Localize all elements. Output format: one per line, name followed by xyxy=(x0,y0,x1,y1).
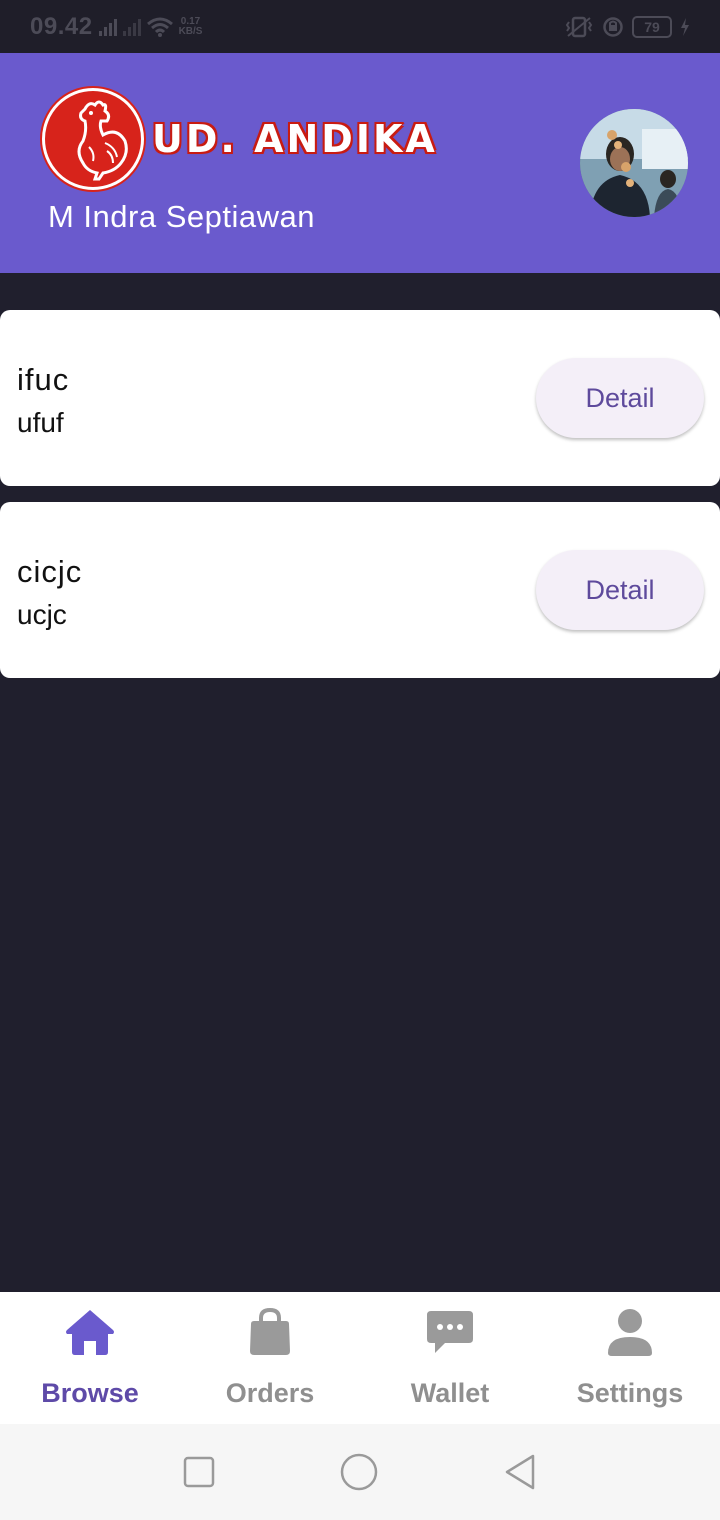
nav-orders[interactable]: Orders xyxy=(180,1292,360,1424)
item-title: ifuc xyxy=(17,362,70,397)
status-bar: 09.42 0.17 KB/S 79 xyxy=(0,0,720,53)
status-time: 09.42 xyxy=(30,12,93,40)
network-speed: 0.17 KB/S xyxy=(178,16,203,37)
avatar-photo xyxy=(580,109,688,217)
detail-button[interactable]: Detail xyxy=(536,358,704,438)
nav-label: Settings xyxy=(576,1378,684,1408)
home-circle-icon[interactable] xyxy=(340,1453,378,1491)
wifi-icon xyxy=(146,17,173,37)
nav-browse[interactable]: Browse xyxy=(0,1292,180,1424)
person-icon xyxy=(604,1306,656,1358)
rooster-logo xyxy=(42,88,144,190)
home-icon xyxy=(64,1306,116,1358)
status-left: 09.42 0.17 KB/S xyxy=(30,13,202,41)
brand-name: UD. ANDIKA xyxy=(151,116,438,162)
nav-wallet[interactable]: Wallet xyxy=(360,1292,540,1424)
nav-label: Browse xyxy=(41,1378,139,1408)
list-item: cicjc ucjc Detail xyxy=(0,502,720,678)
charging-icon xyxy=(681,17,689,36)
back-icon[interactable] xyxy=(503,1453,537,1491)
nav-label: Orders xyxy=(225,1378,315,1408)
chat-bubble-icon xyxy=(424,1306,476,1358)
data-saver-icon xyxy=(603,16,623,37)
status-right: 79 xyxy=(564,15,690,38)
signal-icon xyxy=(98,18,117,36)
app-header: UD. ANDIKA M Indra Septiawan xyxy=(0,53,720,273)
battery-indicator: 79 xyxy=(632,15,672,38)
nav-label: Wallet xyxy=(410,1378,490,1408)
detail-button[interactable]: Detail xyxy=(536,550,704,630)
avatar[interactable] xyxy=(580,109,688,217)
item-title: cicjc xyxy=(17,554,83,589)
bottom-nav: Browse Orders Wallet Settings xyxy=(0,1292,720,1424)
signal-secondary-icon xyxy=(122,18,141,36)
recents-icon[interactable] xyxy=(183,1456,215,1488)
vibrate-icon xyxy=(565,16,593,37)
item-subtitle: ufuf xyxy=(17,407,64,438)
item-subtitle: ucjc xyxy=(17,599,67,630)
list-item: ifuc ufuf Detail xyxy=(0,310,720,486)
network-speed-unit: KB/S xyxy=(178,25,203,37)
nav-settings[interactable]: Settings xyxy=(540,1292,720,1424)
rooster-icon xyxy=(77,100,128,181)
user-name: M Indra Septiawan xyxy=(48,199,315,234)
system-nav xyxy=(0,1424,720,1520)
shopping-bag-icon xyxy=(244,1306,296,1358)
